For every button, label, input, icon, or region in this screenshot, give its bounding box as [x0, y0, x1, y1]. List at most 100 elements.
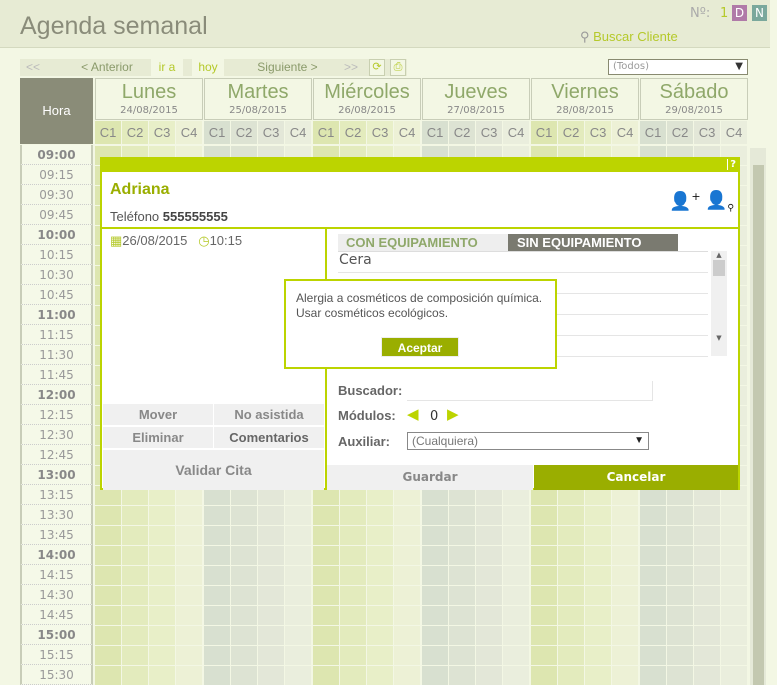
time-slot[interactable]	[231, 626, 257, 645]
time-slot[interactable]	[585, 666, 611, 685]
decrease-modules-icon[interactable]: ◀	[407, 405, 419, 423]
time-slot[interactable]	[95, 546, 121, 565]
time-slot[interactable]	[313, 606, 339, 625]
tab-with-equipment[interactable]: CON EQUIPAMIENTO	[338, 234, 508, 251]
time-slot[interactable]	[558, 546, 584, 565]
time-slot[interactable]	[667, 566, 693, 585]
time-slot[interactable]	[285, 666, 311, 685]
time-slot[interactable]	[422, 646, 448, 665]
time-slot[interactable]	[667, 626, 693, 645]
time-slot[interactable]	[122, 526, 148, 545]
time-slot[interactable]	[503, 566, 529, 585]
time-slot[interactable]	[694, 606, 720, 625]
time-slot[interactable]	[721, 546, 747, 565]
time-slot[interactable]	[313, 666, 339, 685]
time-slot[interactable]	[531, 586, 557, 605]
time-slot[interactable]	[449, 506, 475, 525]
time-slot[interactable]	[367, 526, 393, 545]
time-slot[interactable]	[204, 546, 230, 565]
time-slot[interactable]	[667, 606, 693, 625]
time-slot[interactable]	[394, 586, 420, 605]
time-slot[interactable]	[667, 646, 693, 665]
time-slot[interactable]	[176, 626, 202, 645]
time-slot[interactable]	[204, 666, 230, 685]
time-slot[interactable]	[640, 586, 666, 605]
time-slot[interactable]	[340, 626, 366, 645]
time-slot[interactable]	[558, 506, 584, 525]
time-slot[interactable]	[585, 646, 611, 665]
time-slot[interactable]	[95, 526, 121, 545]
time-slot[interactable]	[531, 646, 557, 665]
time-slot[interactable]	[640, 566, 666, 585]
time-slot[interactable]	[585, 526, 611, 545]
badge-d[interactable]: D	[732, 5, 747, 21]
time-slot[interactable]	[394, 526, 420, 545]
time-slot[interactable]	[531, 526, 557, 545]
time-slot[interactable]	[122, 546, 148, 565]
time-slot[interactable]	[721, 526, 747, 545]
time-slot[interactable]	[231, 586, 257, 605]
arrow-up-icon[interactable]: ▲	[711, 251, 727, 259]
time-slot[interactable]	[694, 526, 720, 545]
time-slot[interactable]	[721, 506, 747, 525]
time-slot[interactable]	[367, 586, 393, 605]
time-slot[interactable]	[558, 666, 584, 685]
time-slot[interactable]	[313, 586, 339, 605]
next-button[interactable]: Siguiente >	[245, 59, 330, 76]
time-slot[interactable]	[204, 506, 230, 525]
time-slot[interactable]	[258, 566, 284, 585]
time-slot[interactable]	[694, 546, 720, 565]
time-slot[interactable]	[394, 666, 420, 685]
time-slot[interactable]	[721, 566, 747, 585]
time-slot[interactable]	[503, 526, 529, 545]
time-slot[interactable]	[231, 606, 257, 625]
time-slot[interactable]	[585, 586, 611, 605]
time-slot[interactable]	[95, 606, 121, 625]
time-slot[interactable]	[258, 646, 284, 665]
time-slot[interactable]	[694, 566, 720, 585]
move-button[interactable]: Mover	[103, 404, 213, 425]
time-slot[interactable]	[449, 646, 475, 665]
accept-button[interactable]: Aceptar	[381, 337, 459, 357]
time-slot[interactable]	[149, 526, 175, 545]
time-slot[interactable]	[585, 506, 611, 525]
time-slot[interactable]	[394, 506, 420, 525]
time-slot[interactable]	[313, 626, 339, 645]
time-slot[interactable]	[394, 566, 420, 585]
refresh-icon[interactable]: ⟳	[369, 59, 385, 76]
time-slot[interactable]	[340, 546, 366, 565]
time-slot[interactable]	[422, 586, 448, 605]
time-slot[interactable]	[476, 566, 502, 585]
time-slot[interactable]	[449, 606, 475, 625]
time-slot[interactable]	[612, 586, 638, 605]
time-slot[interactable]	[204, 586, 230, 605]
time-slot[interactable]	[95, 566, 121, 585]
time-slot[interactable]	[122, 666, 148, 685]
time-slot[interactable]	[476, 526, 502, 545]
time-slot[interactable]	[204, 526, 230, 545]
time-slot[interactable]	[422, 606, 448, 625]
time-slot[interactable]	[721, 586, 747, 605]
time-slot[interactable]	[476, 626, 502, 645]
print-icon[interactable]: ⎙	[390, 59, 406, 76]
save-button[interactable]: Guardar	[327, 465, 533, 490]
time-slot[interactable]	[285, 566, 311, 585]
time-slot[interactable]	[95, 646, 121, 665]
time-slot[interactable]	[558, 526, 584, 545]
time-slot[interactable]	[612, 526, 638, 545]
time-slot[interactable]	[503, 506, 529, 525]
no-show-button[interactable]: No asistida	[214, 404, 324, 425]
time-slot[interactable]	[204, 606, 230, 625]
time-slot[interactable]	[476, 606, 502, 625]
time-slot[interactable]	[612, 506, 638, 525]
time-slot[interactable]	[449, 666, 475, 685]
time-slot[interactable]	[95, 626, 121, 645]
time-slot[interactable]	[176, 506, 202, 525]
time-slot[interactable]	[258, 546, 284, 565]
time-slot[interactable]	[340, 646, 366, 665]
services-scrollbar[interactable]: ▲ ▼	[711, 251, 727, 356]
cancel-button[interactable]: Cancelar	[534, 465, 738, 490]
time-slot[interactable]	[612, 646, 638, 665]
time-slot[interactable]	[285, 526, 311, 545]
time-slot[interactable]	[667, 586, 693, 605]
